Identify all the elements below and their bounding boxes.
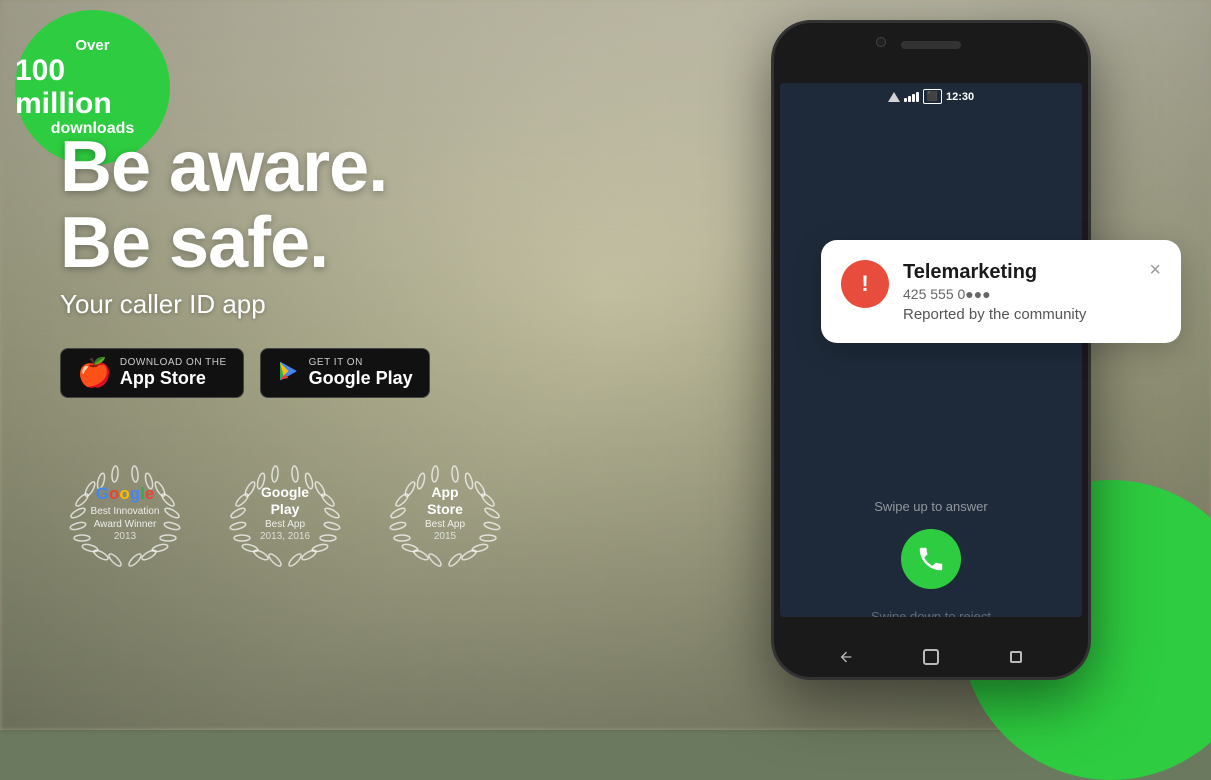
- phone-status-bar: ⬛ 12:30: [780, 83, 1082, 110]
- call-accept-button[interactable]: [901, 529, 961, 589]
- award-gplay-brand: GooglePlay: [260, 484, 310, 518]
- notification-description: Reported by the community: [903, 306, 1135, 323]
- swipe-down-text: Swipe down to reject: [871, 609, 991, 617]
- notification-number: 425 555 0●●●: [903, 286, 1135, 302]
- notification-card: ! Telemarketing 425 555 0●●● Reported by…: [821, 240, 1181, 343]
- award-appstore-year: 2015: [425, 531, 465, 542]
- phone-home-bar: [774, 647, 1088, 667]
- phone-area: ⬛ 12:30 Swipe up to answer Swipe down to…: [591, 0, 1211, 730]
- award-google-play: GooglePlay Best App 2013, 2016: [220, 448, 350, 578]
- apple-icon: 🍎: [77, 359, 112, 387]
- phone-home-button[interactable]: [921, 647, 941, 667]
- phone-device: ⬛ 12:30 Swipe up to answer Swipe down to…: [771, 20, 1091, 680]
- phone-speaker: [901, 41, 961, 49]
- award-app-store: AppStore Best App 2015: [380, 448, 510, 578]
- notification-close-button[interactable]: ×: [1149, 260, 1161, 280]
- award-google: Google Best InnovationAward Winner 2013: [60, 448, 190, 578]
- phone-screen-content: Swipe up to answer Swipe down to reject: [780, 110, 1082, 617]
- award-google-play-wreath: GooglePlay Best App 2013, 2016: [220, 448, 350, 578]
- google-play-button[interactable]: GET IT ON Google Play: [260, 348, 430, 398]
- google-play-icon: [277, 359, 301, 387]
- award-google-sub: Best InnovationAward Winner: [91, 505, 160, 531]
- main-headline: Be aware. Be safe.: [60, 130, 510, 281]
- award-google-text: Google Best InnovationAward Winner 2013: [91, 484, 160, 541]
- awards-section: Google Best InnovationAward Winner 2013: [60, 448, 510, 578]
- app-store-text: Download on the App Store: [120, 357, 227, 389]
- phone-time: 12:30: [946, 91, 974, 103]
- notification-warning-icon: !: [841, 260, 889, 308]
- award-appstore-text: AppStore Best App 2015: [425, 484, 465, 542]
- phone-screen: ⬛ 12:30 Swipe up to answer Swipe down to…: [780, 83, 1082, 617]
- badge-million-text: 100 million: [15, 54, 170, 120]
- headline-line2: Be safe.: [60, 203, 328, 283]
- notification-content: Telemarketing 425 555 0●●● Reported by t…: [903, 260, 1135, 323]
- google-play-label-bottom: Google Play: [309, 369, 413, 389]
- app-store-label-bottom: App Store: [120, 369, 227, 389]
- badge-over-text: Over: [75, 37, 109, 54]
- subheadline: Your caller ID app: [60, 289, 510, 320]
- award-gplay-year: 2013, 2016: [260, 531, 310, 542]
- notification-header: ! Telemarketing 425 555 0●●● Reported by…: [841, 260, 1161, 323]
- award-gplay-sub: Best App: [260, 518, 310, 531]
- app-store-button[interactable]: 🍎 Download on the App Store: [60, 348, 244, 398]
- award-google-brand: Google: [91, 484, 160, 504]
- left-content: Be aware. Be safe. Your caller ID app 🍎 …: [60, 130, 510, 578]
- google-play-text: GET IT ON Google Play: [309, 357, 413, 389]
- swipe-up-text: Swipe up to answer: [874, 499, 987, 514]
- award-appstore-brand: AppStore: [425, 484, 465, 518]
- award-google-wreath: Google Best InnovationAward Winner 2013: [60, 448, 190, 578]
- award-gplay-text: GooglePlay Best App 2013, 2016: [260, 484, 310, 542]
- phone-camera: [876, 37, 886, 47]
- headline-line1: Be aware.: [60, 127, 387, 207]
- store-buttons: 🍎 Download on the App Store GET IT ON Go…: [60, 348, 510, 398]
- phone-back-button[interactable]: [836, 647, 856, 667]
- award-app-store-wreath: AppStore Best App 2015: [380, 448, 510, 578]
- award-appstore-sub: Best App: [425, 518, 465, 531]
- award-google-year: 2013: [91, 531, 160, 542]
- notification-title: Telemarketing: [903, 260, 1135, 284]
- phone-recents-button[interactable]: [1006, 647, 1026, 667]
- phone-outer: ⬛ 12:30 Swipe up to answer Swipe down to…: [771, 20, 1091, 680]
